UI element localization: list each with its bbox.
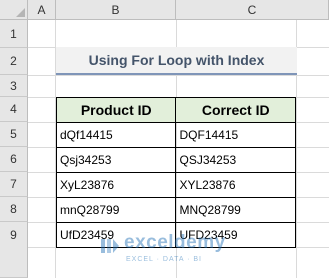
gridline-horizontal: [28, 75, 329, 76]
row-header-4[interactable]: 4: [0, 97, 28, 122]
row-header-1[interactable]: 1: [0, 20, 28, 48]
table-row: dQf14415 DQF14415: [55, 122, 296, 148]
table-row: Qsj34253 QSJ34253: [55, 147, 296, 173]
sheet-title-cell[interactable]: Using For Loop with Index: [56, 47, 297, 75]
row-header-5[interactable]: 5: [0, 122, 28, 147]
watermark-tagline: EXCEL · DATA · BI: [126, 256, 202, 263]
row-header-2[interactable]: 2: [0, 48, 28, 75]
select-all-triangle-icon: [16, 8, 25, 17]
table-header-row: Product ID Correct ID: [55, 97, 296, 123]
product-id-table: Product ID Correct ID dQf14415 DQF14415 …: [55, 97, 296, 248]
table-row: XyL23876 XYL23876: [55, 172, 296, 198]
row-header-8[interactable]: 8: [0, 197, 28, 222]
row-header-6[interactable]: 6: [0, 147, 28, 172]
product-id-cell[interactable]: dQf14415: [55, 122, 177, 148]
row-header-9[interactable]: 9: [0, 222, 28, 278]
row-header-3[interactable]: 3: [0, 75, 28, 97]
column-header-c[interactable]: C: [176, 0, 329, 20]
correct-id-cell[interactable]: XYL23876: [175, 172, 296, 198]
product-id-cell[interactable]: XyL23876: [55, 172, 177, 198]
column-header-b[interactable]: B: [56, 0, 176, 20]
header-cell-correct-id[interactable]: Correct ID: [175, 97, 296, 123]
correct-id-cell[interactable]: QSJ34253: [175, 147, 296, 173]
select-all-button[interactable]: [0, 0, 28, 20]
header-cell-product-id[interactable]: Product ID: [55, 97, 177, 123]
row-header-7[interactable]: 7: [0, 172, 28, 197]
product-id-cell[interactable]: mnQ28799: [55, 197, 177, 223]
table-row: mnQ28799 MNQ28799: [55, 197, 296, 223]
column-header-a[interactable]: A: [28, 0, 56, 20]
correct-id-cell[interactable]: UFD23459: [175, 222, 296, 248]
correct-id-cell[interactable]: MNQ28799: [175, 197, 296, 223]
table-row: UfD23459 UFD23459: [55, 222, 296, 248]
product-id-cell[interactable]: UfD23459: [55, 222, 177, 248]
product-id-cell[interactable]: Qsj34253: [55, 147, 177, 173]
correct-id-cell[interactable]: DQF14415: [175, 122, 296, 148]
